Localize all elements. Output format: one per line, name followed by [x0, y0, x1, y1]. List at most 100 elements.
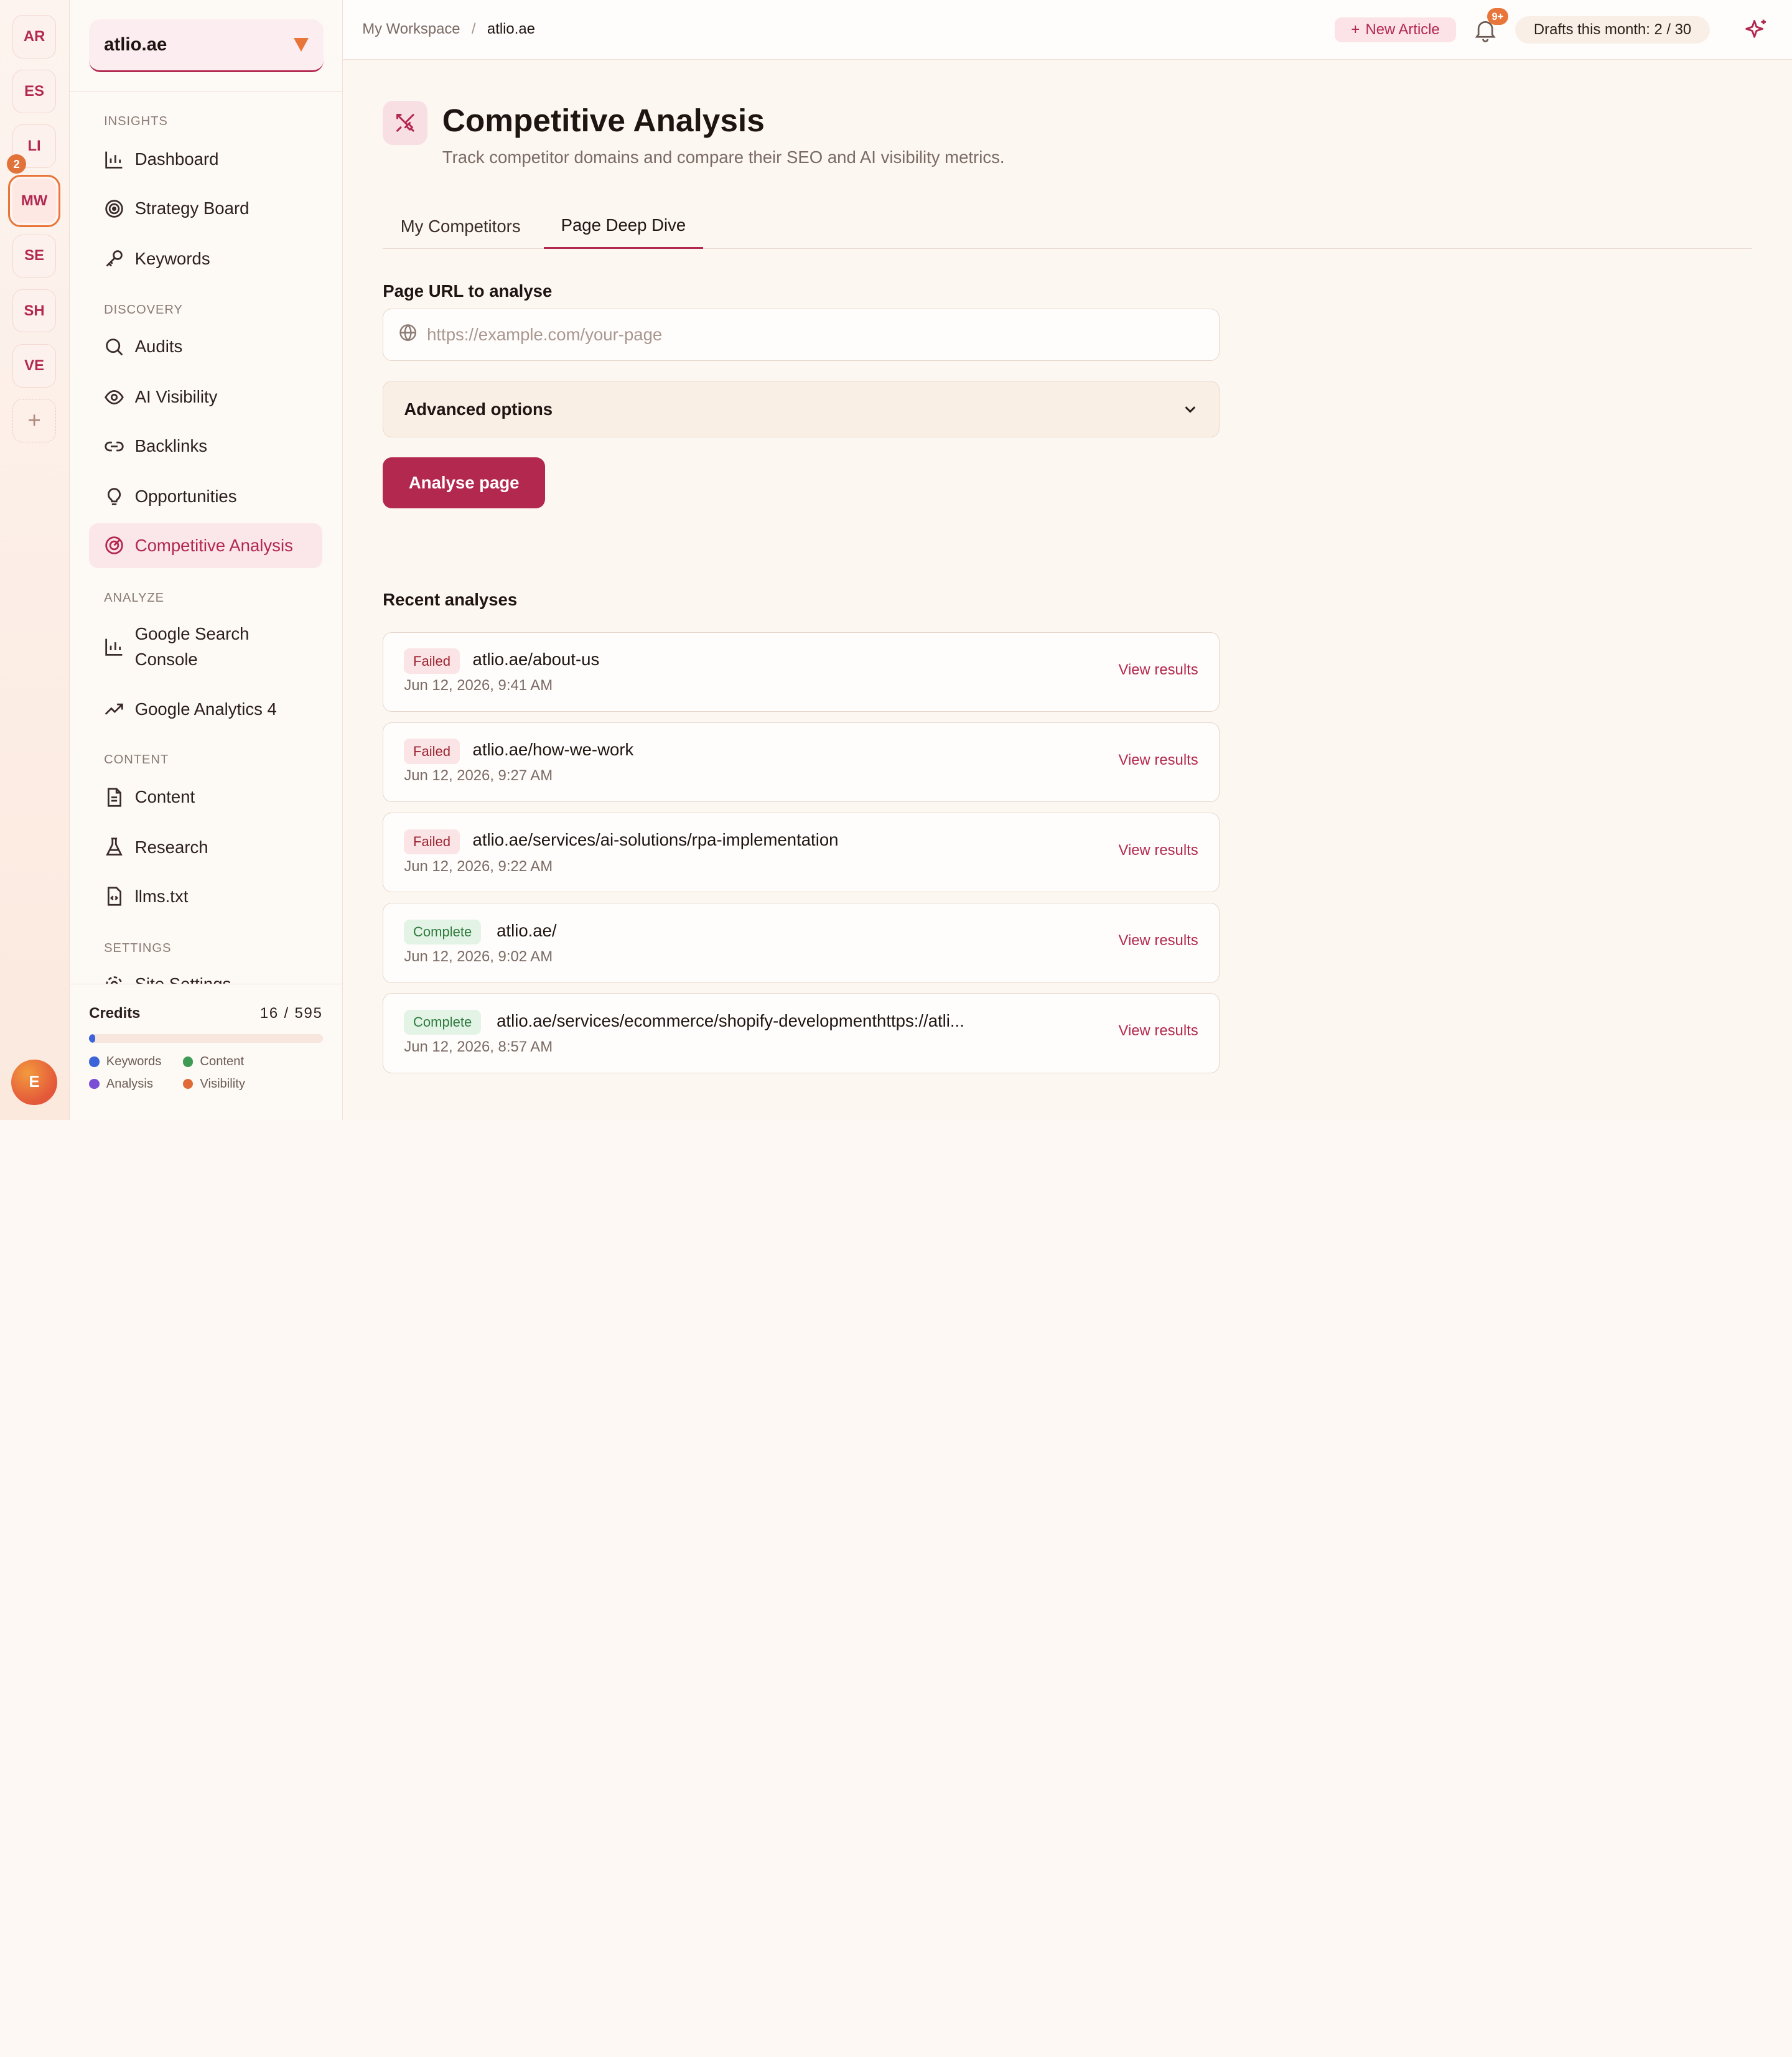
- analysis-row: Failed atlio.ae/how-we-work Jun 12, 2026…: [383, 722, 1220, 803]
- legend-keywords: Keywords: [89, 1055, 183, 1069]
- sidebar-item-llms[interactable]: llms.txt: [89, 874, 322, 919]
- status-badge: Failed: [404, 739, 460, 764]
- lightbulb-icon: [104, 487, 124, 507]
- sidebar-item-strategy-board[interactable]: Strategy Board: [89, 186, 322, 231]
- plus-icon: +: [1351, 21, 1360, 38]
- view-results-link[interactable]: View results: [1119, 752, 1198, 769]
- analysis-url: atlio.ae/how-we-work: [472, 740, 634, 760]
- legend-content-label: Content: [200, 1054, 245, 1068]
- sidebar-item-opportunities[interactable]: Opportunities: [89, 474, 322, 519]
- sidebar-item-label: Site Settings: [135, 974, 231, 984]
- status-badge: Failed: [404, 648, 460, 674]
- sidebar-item-backlinks[interactable]: Backlinks: [89, 424, 322, 469]
- credits-progress-fill: [89, 1033, 96, 1043]
- credits-used: 16: [259, 1005, 279, 1022]
- sidebar-item-keywords[interactable]: Keywords: [89, 236, 322, 281]
- advanced-options-toggle[interactable]: Advanced options: [383, 380, 1220, 438]
- url-field-label: Page URL to analyse: [383, 281, 553, 301]
- sidebar-item-google-analytics[interactable]: Google Analytics 4: [89, 687, 322, 732]
- url-input[interactable]: [427, 325, 1219, 345]
- recent-analyses-heading: Recent analyses: [383, 589, 518, 609]
- sidebar-item-label: Keywords: [134, 249, 210, 268]
- analysis-row: Complete atlio.ae/services/ecommerce/sho…: [383, 993, 1220, 1073]
- sidebar-item-competitive-analysis[interactable]: Competitive Analysis: [89, 523, 322, 568]
- link-icon: [104, 436, 124, 457]
- legend-visibility: Visibility: [182, 1076, 297, 1091]
- sidebar-divider: [70, 91, 342, 92]
- trending-up-icon: [104, 699, 124, 719]
- section-label-discovery: DISCOVERY: [104, 302, 183, 317]
- legend-keywords-label: Keywords: [106, 1054, 162, 1068]
- sparkle-icon[interactable]: [1744, 17, 1769, 42]
- flask-icon: [104, 837, 124, 857]
- drafts-counter: Drafts this month: 2 / 30: [1515, 16, 1710, 44]
- sidebar-item-ai-visibility[interactable]: AI Visibility: [89, 375, 322, 419]
- add-workspace-button[interactable]: +: [12, 399, 56, 442]
- gear-icon: [104, 974, 124, 984]
- status-badge: Failed: [404, 829, 460, 854]
- workspace-sh[interactable]: SH: [12, 289, 56, 333]
- new-article-label: New Article: [1365, 21, 1440, 38]
- sidebar-item-dashboard[interactable]: Dashboard: [89, 137, 322, 182]
- analysis-url: atlio.ae/services/ecommerce/shopify-deve…: [497, 1010, 964, 1030]
- analysis-date: Jun 12, 2026, 9:27 AM: [404, 767, 553, 785]
- target-icon: [104, 198, 124, 219]
- status-badge: Complete: [404, 1009, 481, 1035]
- bar-chart-icon: [104, 637, 124, 657]
- credits-panel: Credits 16 / 595 Keywords Content Analys…: [70, 984, 342, 1120]
- view-results-link[interactable]: View results: [1119, 661, 1198, 679]
- workspace-ar[interactable]: AR: [12, 14, 56, 58]
- sidebar-item-label: llms.txt: [134, 886, 189, 906]
- view-results-link[interactable]: View results: [1119, 842, 1198, 859]
- sidebar-item-site-settings[interactable]: Site Settings: [89, 962, 322, 984]
- user-avatar[interactable]: E: [11, 1059, 57, 1106]
- workspace-se[interactable]: SE: [12, 234, 56, 278]
- breadcrumb-workspace[interactable]: My Workspace: [362, 21, 460, 38]
- sidebar-item-google-search-console[interactable]: Google Search Console: [89, 618, 322, 676]
- legend-visibility-label: Visibility: [200, 1076, 245, 1091]
- credits-value: 16 / 595: [260, 1005, 323, 1022]
- site-selector[interactable]: atlio.ae: [89, 19, 324, 72]
- new-article-button[interactable]: + New Article: [1335, 17, 1456, 42]
- tab-my-competitors[interactable]: My Competitors: [383, 203, 538, 249]
- view-results-link[interactable]: View results: [1119, 1022, 1198, 1040]
- workspace-es[interactable]: ES: [12, 70, 56, 113]
- section-label-settings: SETTINGS: [104, 941, 172, 956]
- url-field[interactable]: [383, 308, 1220, 361]
- workspace-mw[interactable]: MW: [7, 175, 61, 228]
- section-label-content: CONTENT: [104, 753, 169, 767]
- credits-separator: /: [284, 1005, 289, 1022]
- sidebar-item-research[interactable]: Research: [89, 825, 322, 870]
- eye-icon: [104, 387, 124, 408]
- analysis-url: atlio.ae/: [497, 920, 557, 940]
- legend-analysis: Analysis: [89, 1077, 183, 1091]
- search-icon: [104, 337, 124, 357]
- sidebar-item-content[interactable]: Content: [89, 775, 322, 819]
- page-title: Competitive Analysis: [442, 102, 765, 139]
- site-selector-value: atlio.ae: [104, 34, 167, 55]
- workspace-ve[interactable]: VE: [12, 343, 56, 388]
- workspace-rail: AR ES LI 2 MW SE SH VE + E: [0, 0, 70, 1120]
- sidebar-item-label: Google Analytics 4: [134, 699, 277, 719]
- app-root: AR ES LI 2 MW SE SH VE + E atlio.ae INSI…: [0, 0, 1792, 1120]
- sidebar-item-audits[interactable]: Audits: [89, 325, 322, 370]
- sidebar-nav[interactable]: INSIGHTS Dashboard Strategy Board Keywor…: [70, 93, 342, 984]
- sidebar-item-label: Strategy Board: [134, 198, 250, 218]
- analysis-date: Jun 12, 2026, 9:22 AM: [404, 857, 553, 875]
- credits-label: Credits: [89, 1005, 141, 1022]
- view-results-link[interactable]: View results: [1119, 932, 1198, 949]
- section-label-analyze: ANALYZE: [104, 590, 165, 605]
- advanced-options-label: Advanced options: [404, 399, 553, 419]
- analyse-page-button[interactable]: Analyse page: [383, 457, 546, 509]
- tab-page-deep-dive[interactable]: Page Deep Dive: [544, 203, 703, 250]
- swords-icon: [383, 100, 427, 146]
- document-icon: [104, 787, 124, 808]
- section-label-insights: INSIGHTS: [104, 114, 168, 128]
- bar-chart-icon: [104, 149, 124, 170]
- sidebar-item-label: Research: [134, 837, 208, 857]
- breadcrumb-separator: /: [471, 21, 476, 38]
- globe-icon: [398, 323, 418, 347]
- analysis-url: atlio.ae/about-us: [472, 650, 600, 669]
- radar-icon: [104, 535, 124, 556]
- tab-bar: My Competitors Page Deep Dive: [383, 203, 1752, 250]
